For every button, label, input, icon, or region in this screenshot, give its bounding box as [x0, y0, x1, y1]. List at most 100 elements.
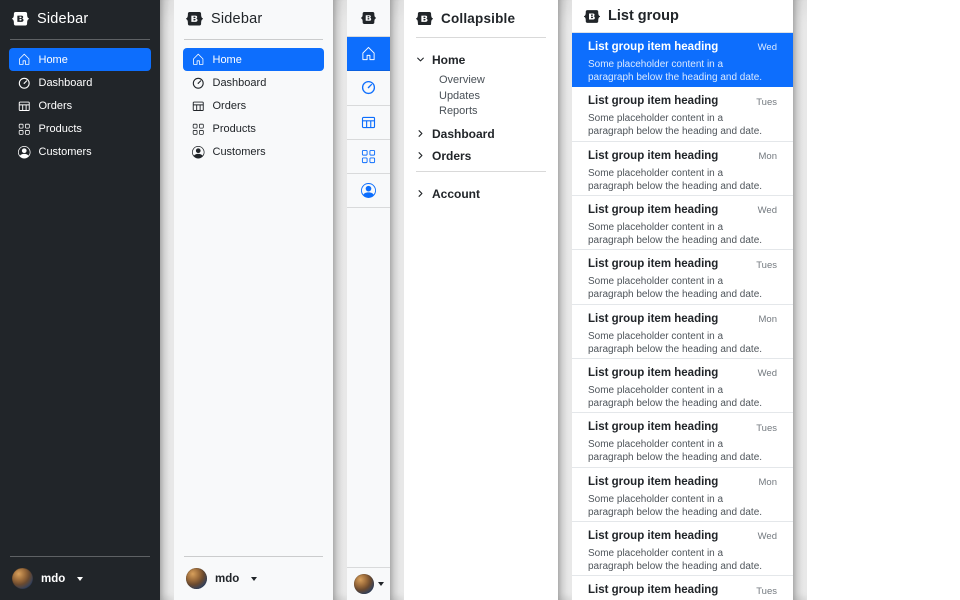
list-item-heading: List group item heading [588, 149, 718, 165]
tree-subitem-updates[interactable]: Updates [439, 88, 546, 104]
nav-item-label: Orders [213, 100, 247, 112]
brand-link[interactable]: Sidebar [174, 0, 333, 34]
icon-nav-item-products[interactable] [347, 140, 390, 174]
list-item-header-row: List group item headingTues [588, 94, 777, 110]
tree-item-dashboard[interactable]: Dashboard [416, 123, 546, 144]
brand-link[interactable]: Collapsible [404, 0, 558, 33]
nav-item-orders[interactable]: Orders [9, 94, 151, 117]
nav-item-orders[interactable]: Orders [183, 94, 324, 117]
example-divider [160, 0, 174, 600]
tree-subitem-reports[interactable]: Reports [439, 104, 546, 120]
sidebar-icons [347, 0, 390, 600]
list-group-item[interactable]: List group item heading Wed Some placehold… [572, 33, 793, 87]
nav-item-label: Dashboard [213, 77, 267, 89]
list-item-header-row: List group item heading Wed [588, 40, 777, 56]
list-item-header-row: List group item heading Tues [588, 583, 777, 599]
list-group-item[interactable]: List group item headingWed Some placehold… [572, 359, 793, 413]
chevron-right-icon [416, 189, 425, 198]
tree-item-account[interactable]: Account [416, 183, 546, 204]
list-group-item[interactable]: List group item headingMonSome placehold… [572, 468, 793, 522]
nav-light: Home Dashboard Orders Products Customers [174, 45, 333, 551]
list-group-item[interactable]: List group item headingWed Some placehold… [572, 196, 793, 250]
list-item-heading: List group item heading [588, 529, 718, 545]
nav-item-label: Customers [213, 146, 266, 158]
speedometer-icon [192, 77, 205, 90]
list-item-heading: List group item heading [588, 583, 718, 599]
bootstrap-logo-icon [186, 12, 203, 26]
list-item-heading: List group item heading [588, 420, 718, 436]
list-item-date: Wed [758, 531, 777, 542]
list-group-item[interactable]: List group item headingMonSome placehold… [572, 305, 793, 359]
nav-item-label: Dashboard [39, 77, 93, 89]
list-item-body: Some placeholder content in a paragraph … [588, 547, 764, 573]
list-item-date: Tues [756, 586, 777, 597]
list-group-item[interactable]: List group item headingTues Some placehol… [572, 250, 793, 304]
user-dropdown[interactable]: mdo [174, 562, 333, 600]
icon-nav-item-home[interactable] [347, 37, 390, 71]
tree-item-home[interactable]: Home [416, 49, 546, 70]
nav-item-dashboard[interactable]: Dashboard [9, 71, 151, 94]
list-group-header-link[interactable]: List group [572, 0, 793, 33]
user-name: mdo [215, 573, 239, 585]
list-item-heading: List group item heading [588, 475, 718, 491]
list-item-date: Wed [758, 42, 777, 53]
list-item-body: Some placeholder content in a paragraph … [588, 384, 764, 410]
brand-title: Collapsible [441, 11, 515, 26]
icon-nav-item-dashboard[interactable] [347, 71, 390, 105]
nav-item-home[interactable]: Home [9, 48, 151, 71]
nav-item-label: Customers [39, 146, 92, 158]
icon-nav-item-customers[interactable] [347, 174, 390, 208]
bootstrap-logo-icon [12, 12, 29, 26]
list-item-header-row: List group item headingWed [588, 203, 777, 219]
caret-down-icon [378, 582, 384, 586]
grid-icon [18, 123, 31, 136]
nav-icons [347, 37, 390, 208]
list-group-item[interactable]: List group item headingTuesSome placehol… [572, 576, 793, 600]
tree-item-label: Dashboard [432, 127, 495, 141]
divider [10, 39, 150, 40]
list-item-header-row: List group item headingTues [588, 420, 777, 436]
user-dropdown[interactable] [347, 567, 390, 600]
nav-dark: Home Dashboard OrdersProducts Customers [0, 45, 160, 551]
tree-item-orders[interactable]: Orders [416, 145, 546, 166]
chevron-right-icon [416, 151, 425, 160]
nav-item-products[interactable]: Products [183, 118, 324, 141]
tree-item-label: Home [432, 53, 465, 67]
list-item-header-row: List group item headingWed [588, 366, 777, 382]
house-icon [18, 53, 31, 66]
list-group-item[interactable]: List group item heading Wed Some placehold… [572, 522, 793, 576]
tree-item-label: Orders [432, 149, 471, 163]
list-item-heading: List group item heading [588, 40, 718, 56]
list-group-item[interactable]: List group item headingTues Some placehol… [572, 413, 793, 467]
nav-item-customers[interactable]: Customers [183, 141, 324, 164]
list-item-date: Mon [759, 477, 777, 488]
list-item-body: Some placeholder content in a paragraph … [588, 58, 764, 84]
list-item-body: Some placeholder content in a paragraph … [588, 438, 764, 464]
list-item-date: Mon [759, 151, 777, 162]
list-item-body: Some placeholder content in a paragraph … [588, 275, 764, 301]
speedometer-icon [361, 80, 376, 95]
list-item-header-row: List group item headingTues [588, 257, 777, 273]
nav-item-dashboard[interactable]: Dashboard [183, 71, 324, 94]
list-item-body: Some placeholder content in a paragraph … [588, 221, 764, 247]
list-item-date: Wed [758, 205, 777, 216]
example-divider [793, 0, 807, 600]
bootstrap-logo-icon [416, 12, 433, 26]
list-item-date: Tues [756, 260, 777, 271]
nav-item-products[interactable]: Products [9, 118, 151, 141]
nav-item-customers[interactable]: Customers [9, 141, 151, 164]
user-dropdown[interactable]: mdo [0, 562, 160, 600]
tree-subitem-overview[interactable]: Overview [439, 72, 546, 88]
bootstrap-logo-icon [361, 12, 376, 24]
list-item-body: Some placeholder content in a paragraph … [588, 330, 764, 356]
grid-icon [192, 123, 205, 136]
brand-link[interactable] [347, 0, 390, 37]
nav-item-home[interactable]: Home [183, 48, 324, 71]
icon-nav-item-orders[interactable] [347, 106, 390, 140]
list-group-item[interactable]: List group item headingTuesSome placehol… [572, 87, 793, 141]
example-divider [558, 0, 572, 600]
brand-link[interactable]: Sidebar [0, 0, 160, 34]
tree-item-label: Account [432, 187, 480, 201]
brand-title: Sidebar [211, 11, 262, 27]
list-group-item[interactable]: List group item headingMonSome placehold… [572, 142, 793, 196]
